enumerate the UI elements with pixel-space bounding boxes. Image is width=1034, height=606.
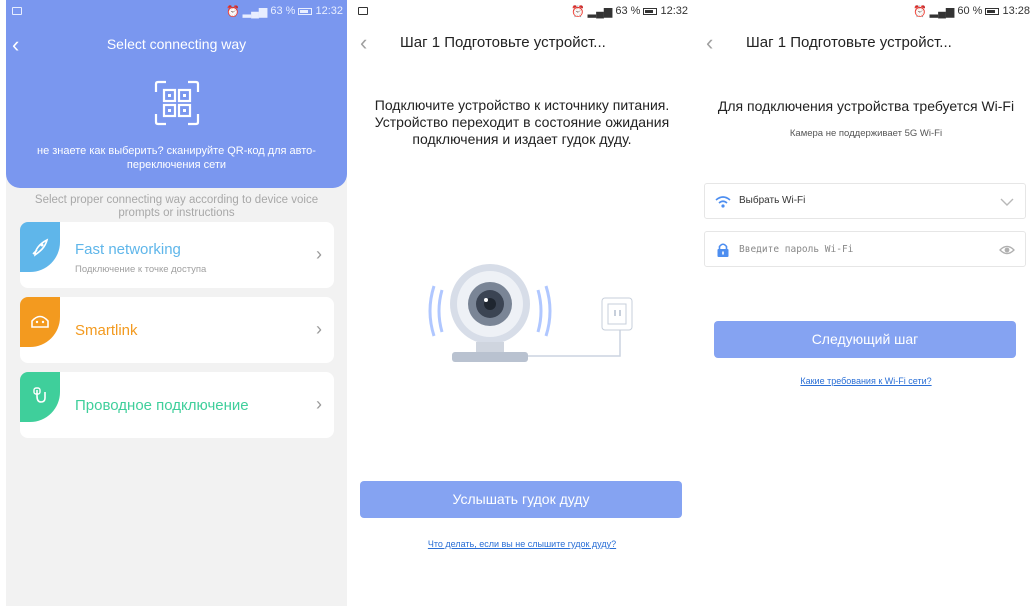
status-time: 12:32 (315, 5, 343, 17)
wifi-icon (715, 196, 731, 208)
status-time: 12:32 (660, 5, 688, 17)
battery-icon (985, 7, 1000, 15)
cable-icon (20, 372, 60, 422)
screenshot-icon (358, 7, 368, 15)
alarm-icon: ⏰ (570, 5, 585, 18)
camera-illustration (428, 264, 633, 362)
chevron-right-icon: › (316, 394, 322, 414)
battery-level: 63 % (270, 5, 296, 17)
signal-icon: ▂▄▆ (587, 5, 613, 18)
connect-way-screen: ⏰ ▂▄▆ 63 % 12:32 ‹ Select connecting way… (6, 0, 347, 606)
option-desc: Подключение к точке доступа (75, 264, 207, 275)
option-smartlink[interactable]: Smartlink › (20, 297, 334, 363)
page-title: Шаг 1 Подготовьте устройст... (400, 34, 606, 51)
no-beep-help-link[interactable]: Что делать, если вы не слышите гудок дуд… (352, 539, 692, 549)
wifi-select-field[interactable]: Выбрать Wi-Fi (704, 183, 1026, 219)
alarm-icon: ⏰ (225, 5, 240, 18)
qr-scan-icon[interactable] (152, 78, 202, 128)
status-bar: ⏰ ▂▄▆ 60 % 13:28 (698, 0, 1034, 22)
hear-beep-button[interactable]: Услышать гудок дуду (360, 481, 682, 518)
status-bar: ⏰ ▂▄▆ 63 % 12:32 (352, 0, 692, 22)
battery-icon (643, 7, 658, 15)
instruction-text: Select proper connecting way according t… (34, 194, 319, 219)
eye-icon[interactable] (999, 242, 1015, 258)
qr-hint[interactable]: не знаете как выберить? сканируйте QR-ко… (16, 144, 337, 172)
alarm-icon: ⏰ (912, 5, 927, 18)
5g-note: Камера не поддерживает 5G Wi-Fi (789, 128, 943, 139)
page-title: Шаг 1 Подготовьте устройст... (746, 34, 952, 51)
option-fast-networking[interactable]: Fast networking Подключение к точке дост… (20, 222, 334, 288)
page-title: Select connecting way (106, 36, 247, 52)
rocket-icon (20, 222, 60, 272)
prepare-device-screen: ⏰ ▂▄▆ 63 % 12:32 ‹ Шаг 1 Подготовьте уст… (352, 0, 692, 606)
chevron-right-icon: › (316, 319, 322, 339)
screenshot-icon (12, 7, 22, 15)
signal-icon: ▂▄▆ (242, 5, 268, 18)
option-wired[interactable]: Проводное подключение › (20, 372, 334, 438)
status-time: 13:28 (1002, 5, 1030, 17)
back-icon[interactable]: ‹ (706, 30, 713, 56)
nav-bar: ‹ Шаг 1 Подготовьте устройст... (698, 30, 1034, 58)
next-step-button[interactable]: Следующий шаг (714, 321, 1016, 358)
battery-level: 63 % (615, 5, 641, 17)
password-input[interactable] (739, 240, 979, 258)
instruction-text: Подключите устройство к источнику питани… (374, 97, 670, 147)
chevron-down-icon[interactable] (999, 194, 1015, 210)
option-name: Fast networking (75, 241, 181, 258)
wifi-setup-screen: ⏰ ▂▄▆ 60 % 13:28 ‹ Шаг 1 Подготовьте уст… (698, 0, 1034, 606)
back-icon[interactable]: ‹ (360, 30, 367, 56)
option-name: Smartlink (75, 322, 138, 339)
battery-icon (298, 7, 313, 15)
android-icon (20, 297, 60, 347)
nav-bar: ‹ Шаг 1 Подготовьте устройст... (352, 30, 692, 58)
signal-icon: ▂▄▆ (929, 5, 955, 18)
lock-icon (717, 243, 729, 257)
option-name: Проводное подключение (75, 397, 249, 414)
wifi-requirement-text: Для подключения устройства требуется Wi-… (717, 98, 1015, 114)
wifi-requirements-link[interactable]: Какие требования к Wi-Fi сети? (698, 376, 1034, 386)
wifi-select-label: Выбрать Wi-Fi (739, 195, 806, 206)
password-field[interactable] (704, 231, 1026, 267)
battery-level: 60 % (957, 5, 983, 17)
header-panel: ⏰ ▂▄▆ 63 % 12:32 ‹ Select connecting way… (6, 0, 347, 188)
status-bar: ⏰ ▂▄▆ 63 % 12:32 (6, 0, 347, 22)
chevron-right-icon: › (316, 244, 322, 264)
